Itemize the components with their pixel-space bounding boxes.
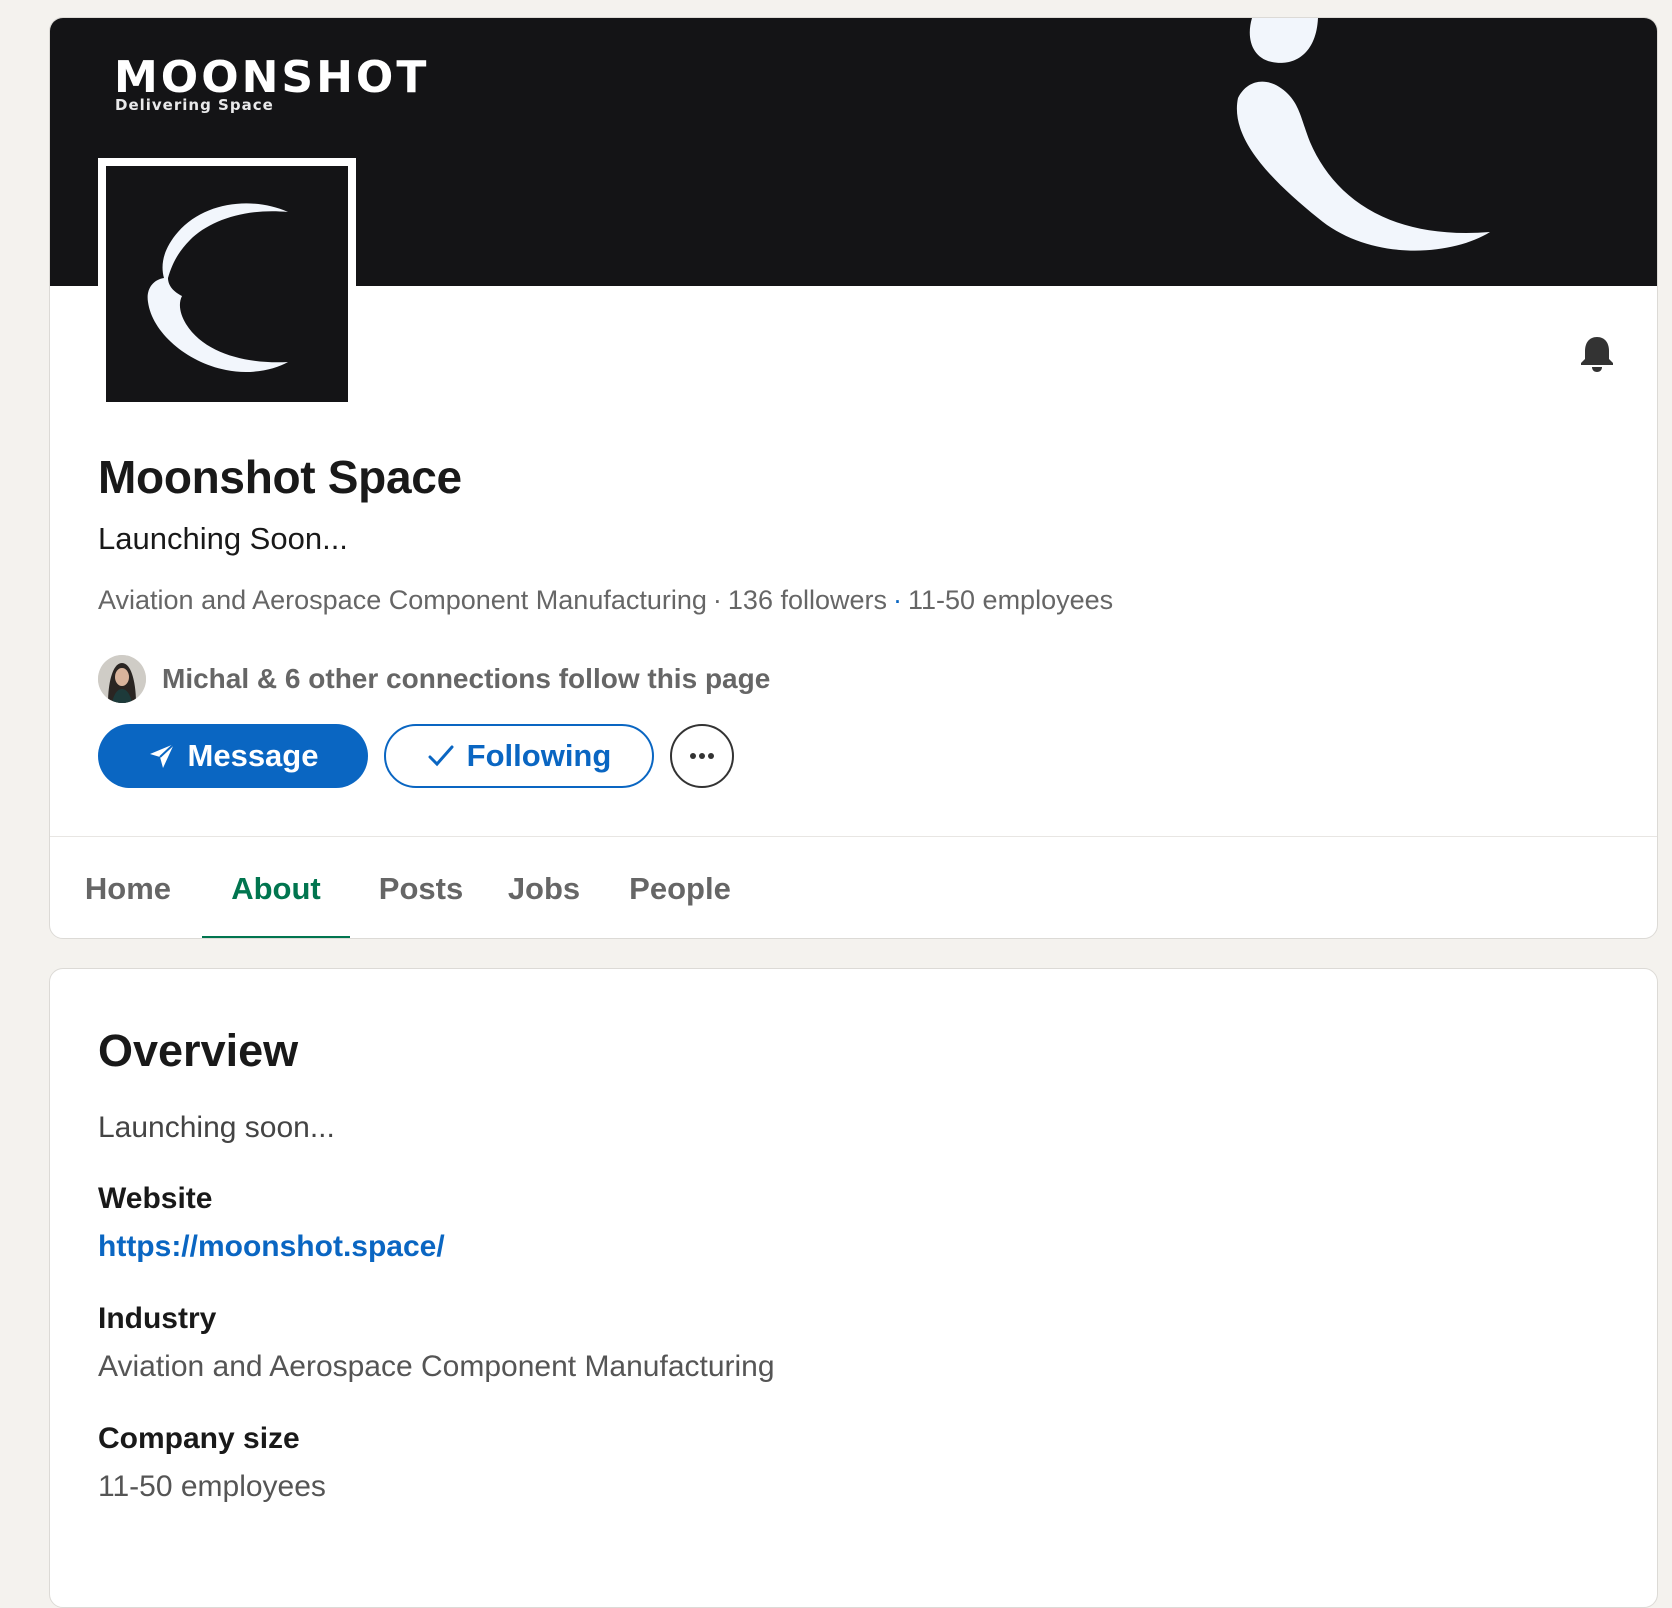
website-link[interactable]: https://moonshot.space/ — [98, 1230, 445, 1263]
company-meta: Aviation and Aerospace Component Manufac… — [98, 585, 1113, 616]
company-followers: 136 followers — [727, 585, 887, 615]
send-icon — [148, 742, 176, 770]
ellipsis-icon — [690, 753, 714, 759]
company-industry: Aviation and Aerospace Component Manufac… — [98, 585, 707, 615]
industry-value: Aviation and Aerospace Component Manufac… — [98, 1350, 775, 1383]
overview-description: Launching soon... — [98, 1111, 335, 1144]
overview-title: Overview — [98, 1025, 299, 1076]
cover-wordmark-logo: MOONSHOT Delivering Space — [114, 52, 430, 115]
bell-icon — [1581, 337, 1613, 372]
following-button-label: Following — [466, 738, 612, 773]
connections-text: Michal & 6 other connections follow this… — [162, 663, 771, 694]
page-tabs: Home About Posts Jobs People — [50, 837, 1657, 938]
tab-people[interactable]: People — [610, 837, 750, 938]
crescent-logo-icon — [147, 203, 288, 373]
company-logo — [98, 158, 356, 410]
checkmark-icon — [427, 742, 455, 770]
notification-bell-button[interactable] — [1572, 328, 1622, 378]
company-logo-image — [106, 166, 348, 402]
more-options-button[interactable] — [670, 724, 734, 788]
company-size: 11-50 employees — [908, 585, 1114, 615]
overview-card: Overview Launching soon... Website https… — [49, 968, 1658, 1608]
cover-wordmark-text: MOONSHOT — [114, 52, 430, 103]
tab-posts[interactable]: Posts — [364, 837, 478, 938]
tab-about[interactable]: About — [202, 837, 350, 938]
website-value: https://moonshot.space/ — [98, 1230, 445, 1264]
following-button[interactable]: Following — [384, 724, 654, 788]
industry-label: Industry — [98, 1302, 217, 1335]
message-button-label: Message — [187, 738, 319, 773]
website-label: Website — [98, 1182, 213, 1215]
tab-home[interactable]: Home — [68, 837, 188, 938]
company-name: Moonshot Space — [98, 451, 462, 503]
company-tagline: Launching Soon... — [98, 521, 348, 556]
avatar-image — [98, 655, 146, 703]
company-profile-card: MOONSHOT Delivering Space Moonshot Space… — [49, 17, 1658, 939]
company-size-label: Company size — [98, 1422, 300, 1455]
company-size-value: 11-50 employees — [98, 1470, 326, 1503]
connections-follow[interactable]: Michal & 6 other connections follow this… — [98, 654, 770, 704]
separator-dot: · — [893, 585, 902, 615]
crescent-moon-art — [1236, 18, 1490, 251]
tab-jobs[interactable]: Jobs — [492, 837, 596, 938]
message-button[interactable]: Message — [98, 724, 368, 788]
avatar — [98, 655, 146, 703]
separator-dot: · — [712, 585, 722, 615]
